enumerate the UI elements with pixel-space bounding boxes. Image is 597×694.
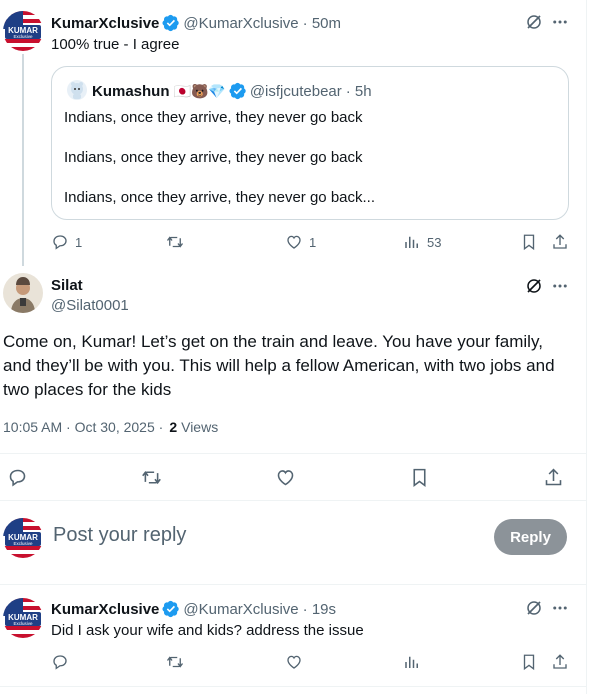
quote-handle: @isfjcutebear bbox=[249, 82, 342, 100]
like-icon bbox=[287, 655, 301, 669]
reply-icon bbox=[53, 235, 67, 250]
timestamp[interactable]: · 50m bbox=[303, 15, 341, 32]
avatar-text-bottom: Exclusive bbox=[13, 34, 33, 39]
retweet-icon bbox=[166, 236, 184, 248]
divider bbox=[0, 500, 586, 501]
avatar[interactable] bbox=[3, 273, 43, 313]
verified-icon bbox=[229, 82, 246, 100]
like-button[interactable]: 1 bbox=[285, 233, 316, 251]
handle[interactable]: @KumarXclusive bbox=[183, 601, 298, 618]
like-count: 1 bbox=[309, 234, 317, 250]
quote-avatar bbox=[67, 80, 87, 100]
grok-button[interactable] bbox=[525, 599, 543, 622]
quote-tweet[interactable]: Kumashun 🇯🇵🐻💎 @isfjcutebear · 5h Indians… bbox=[51, 66, 569, 220]
quote-timestamp: · 5h bbox=[345, 82, 372, 100]
reply-icon bbox=[53, 655, 67, 670]
views-label: Views bbox=[181, 419, 219, 435]
more-button[interactable] bbox=[551, 277, 569, 300]
share-button[interactable] bbox=[543, 467, 564, 488]
reply-input[interactable] bbox=[53, 524, 453, 547]
bookmark-icon bbox=[523, 234, 535, 251]
grok-button[interactable] bbox=[525, 277, 543, 300]
reply-button[interactable] bbox=[7, 467, 28, 488]
retweet-icon bbox=[166, 656, 184, 668]
tweet-text: 100% true - I agree bbox=[51, 36, 180, 53]
quote-emojis: 🇯🇵🐻💎 bbox=[173, 82, 226, 99]
more-icon bbox=[553, 606, 567, 610]
tweet-meta: 10:05 AM · Oct 30, 2025 · 2 Views bbox=[3, 419, 218, 435]
handle[interactable]: @KumarXclusive bbox=[183, 15, 298, 32]
views-count: 53 bbox=[427, 234, 442, 250]
divider bbox=[0, 453, 586, 454]
views-button[interactable]: 53 bbox=[403, 233, 441, 251]
bookmark-button[interactable] bbox=[409, 467, 430, 488]
more-button[interactable] bbox=[551, 13, 569, 36]
tweet-timestamp[interactable]: 10:05 AM · Oct 30, 2025 · bbox=[3, 419, 163, 435]
quote-line: Indians, once they arrive, they never go… bbox=[64, 109, 363, 126]
retweet-button[interactable] bbox=[166, 233, 184, 251]
divider bbox=[0, 686, 586, 687]
kumar-avatar-image: KUMAR Exclusive bbox=[3, 518, 43, 558]
composer-avatar: KUMAR Exclusive bbox=[3, 518, 43, 558]
views-icon bbox=[405, 656, 418, 668]
bookmark-button[interactable] bbox=[520, 653, 538, 671]
handle[interactable]: @Silat0001 bbox=[51, 297, 129, 314]
like-button[interactable] bbox=[275, 467, 296, 488]
kumar-avatar-image: KUMAR Exclusive bbox=[3, 598, 43, 638]
divider bbox=[0, 584, 586, 585]
display-name[interactable]: Silat bbox=[51, 277, 83, 294]
display-name[interactable]: KumarXclusive bbox=[51, 601, 159, 618]
quote-header: Kumashun 🇯🇵🐻💎 @isfjcutebear · 5h bbox=[92, 81, 372, 101]
retweet-button[interactable] bbox=[141, 467, 162, 488]
like-icon bbox=[287, 235, 301, 249]
tweet-header: KumarXclusive @KumarXclusive · 19s bbox=[51, 599, 336, 619]
verified-icon bbox=[162, 14, 180, 32]
avatar[interactable]: KUMAR Exclusive bbox=[3, 598, 43, 638]
views-button[interactable] bbox=[403, 653, 421, 671]
silat-avatar-image bbox=[3, 273, 43, 313]
share-button[interactable] bbox=[551, 653, 569, 671]
timestamp[interactable]: · 19s bbox=[303, 601, 336, 618]
bookmark-button[interactable] bbox=[520, 233, 538, 251]
like-button[interactable] bbox=[285, 653, 303, 671]
more-button[interactable] bbox=[551, 599, 569, 622]
avatar-text-bottom: Exclusive bbox=[13, 541, 33, 546]
thread-line bbox=[22, 54, 24, 266]
grok-icon bbox=[527, 601, 541, 615]
views-count: 2 bbox=[169, 419, 178, 435]
share-icon bbox=[553, 234, 567, 249]
reply-count: 1 bbox=[75, 234, 83, 250]
share-button[interactable] bbox=[551, 233, 569, 251]
tweet-text: Did I ask your wife and kids? address th… bbox=[51, 622, 364, 639]
bookmark-icon bbox=[413, 468, 426, 487]
kumar-avatar-image: KUMAR Exclusive bbox=[3, 11, 43, 51]
avatar-text-bottom: Exclusive bbox=[13, 621, 33, 626]
quote-line: Indians, once they arrive, they never go… bbox=[64, 149, 363, 166]
reply-submit-button[interactable]: Reply bbox=[494, 519, 567, 555]
retweet-button[interactable] bbox=[166, 653, 184, 671]
grok-icon bbox=[527, 279, 541, 293]
like-icon bbox=[277, 470, 294, 486]
views-icon bbox=[405, 236, 418, 248]
avatar[interactable]: KUMAR Exclusive bbox=[3, 11, 43, 51]
verified-icon bbox=[162, 600, 180, 618]
quote-display-name: Kumashun bbox=[92, 82, 170, 100]
grok-button[interactable] bbox=[525, 13, 543, 36]
more-icon bbox=[553, 284, 567, 288]
share-icon bbox=[553, 654, 567, 669]
quote-line: Indians, once they arrive, they never go… bbox=[64, 189, 376, 206]
bear-avatar-image bbox=[71, 82, 83, 99]
timeline-border bbox=[586, 0, 587, 694]
reply-button[interactable]: 1 bbox=[51, 233, 82, 251]
grok-icon bbox=[527, 15, 541, 29]
reply-button[interactable] bbox=[51, 653, 69, 671]
retweet-icon bbox=[142, 470, 161, 485]
bookmark-icon bbox=[523, 654, 535, 671]
main-tweet-text: Come on, Kumar! Let’s get on the train a… bbox=[3, 332, 555, 399]
more-icon bbox=[553, 20, 567, 24]
share-icon bbox=[545, 468, 562, 486]
display-name[interactable]: KumarXclusive bbox=[51, 15, 159, 32]
reply-icon bbox=[9, 469, 26, 487]
tweet-header: KumarXclusive @KumarXclusive · 50m bbox=[51, 13, 341, 33]
